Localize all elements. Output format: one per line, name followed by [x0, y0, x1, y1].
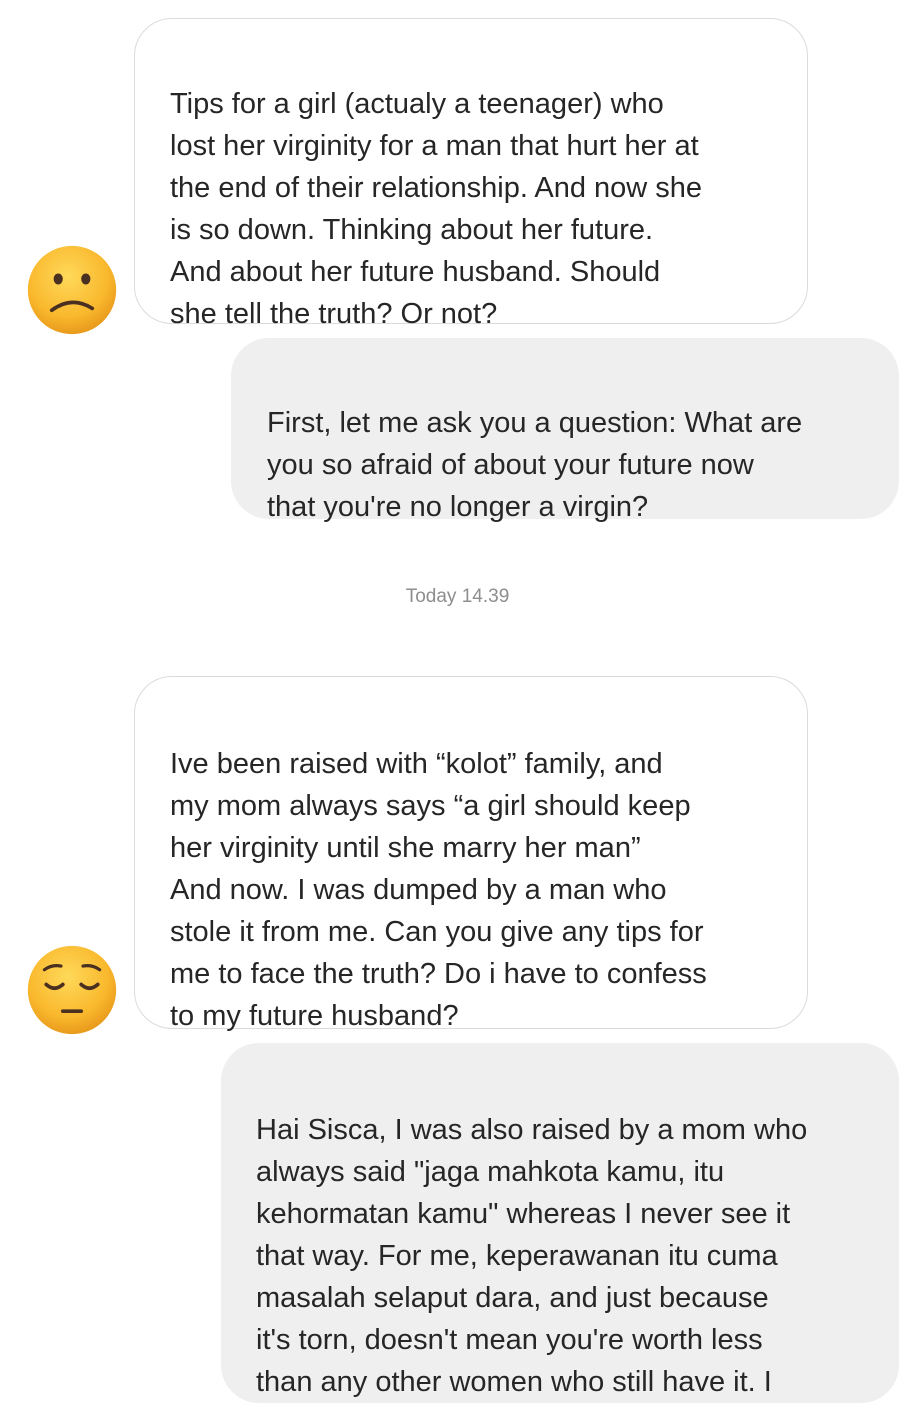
- received-message-bubble[interactable]: Ive been raised with “kolot” family, and…: [134, 676, 808, 1032]
- sent-message-bubble[interactable]: Hai Sisca, I was also raised by a mom wh…: [221, 1043, 899, 1403]
- pensive-face-emoji-icon: [27, 945, 117, 1035]
- sent-message-bubble[interactable]: First, let me ask you a question: What a…: [231, 338, 899, 523]
- message-text: First, let me ask you a question: What a…: [267, 407, 803, 523]
- timestamp-divider: Today 14.39: [405, 586, 510, 607]
- received-message-bubble[interactable]: Tips for a girl (actualy a teenager) who…: [134, 18, 808, 330]
- message-text: Ive been raised with “kolot” family, and…: [170, 748, 707, 1032]
- confused-face-emoji-icon: [27, 245, 117, 335]
- message-text: Hai Sisca, I was also raised by a mom wh…: [256, 1114, 808, 1398]
- message-text: Tips for a girl (actualy a teenager) who…: [170, 88, 703, 330]
